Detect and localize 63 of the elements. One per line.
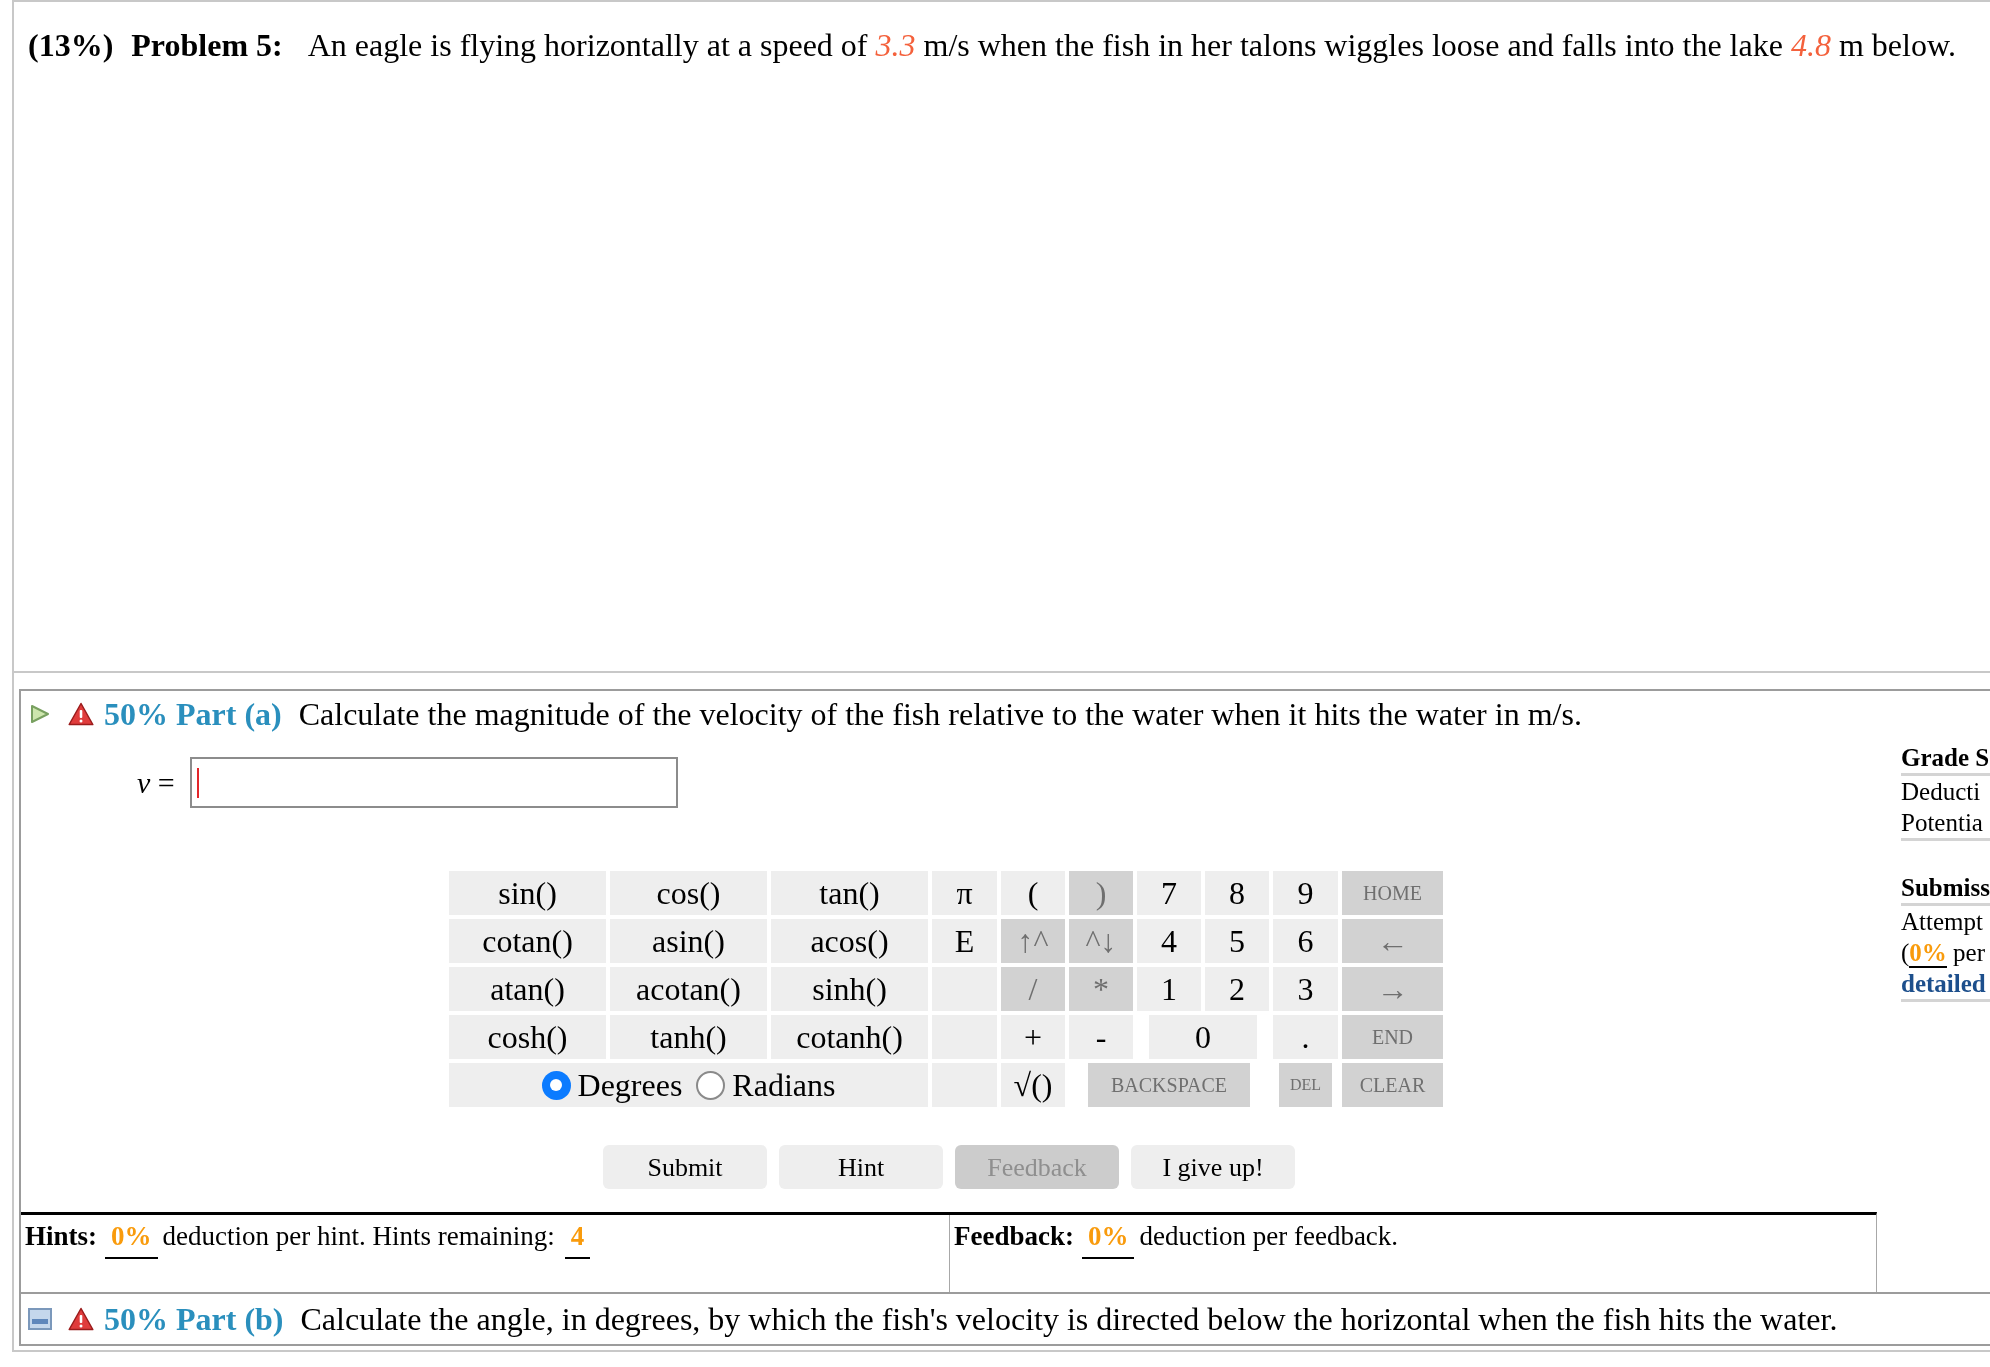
action-button[interactable]: Hint <box>779 1145 943 1189</box>
grade-summary-heading: Grade S <box>1901 743 1990 773</box>
feedback-deduction-value: 0% <box>1082 1216 1135 1259</box>
warning-icon <box>68 1307 94 1331</box>
part-heading: 50% Part (b) <box>104 1300 284 1339</box>
keypad-key[interactable]: 6 <box>1273 919 1338 963</box>
keypad-key[interactable]: cotanh() <box>771 1015 928 1059</box>
keypad-key[interactable]: atan() <box>449 967 606 1011</box>
action-button[interactable]: Submit <box>603 1145 767 1189</box>
window-icon[interactable] <box>28 1308 52 1330</box>
feedback-label: Feedback: <box>954 1220 1074 1253</box>
answer-label: v = <box>137 765 175 801</box>
keypad-key[interactable]: acos() <box>771 919 928 963</box>
part-question: Calculate the angle, in degrees, by which the fish's velocity is directed below the horizontal when the fish hits the water. <box>300 1300 1838 1339</box>
keypad-key[interactable]: π <box>932 871 997 915</box>
grade-summary-line: Potentia <box>1901 808 1983 838</box>
keypad-key[interactable]: √() <box>1001 1063 1065 1107</box>
answer-field[interactable] <box>189 757 678 808</box>
keypad-key[interactable]: 2 <box>1205 967 1269 1011</box>
keypad-key[interactable]: - <box>1069 1015 1133 1059</box>
keypad-key[interactable]: 8 <box>1205 871 1269 915</box>
keypad-key[interactable]: sinh() <box>771 967 928 1011</box>
feedback-note: deduction per feedback. <box>1139 1220 1399 1253</box>
part-heading: 50% Part (a) <box>104 694 282 734</box>
part-question: Calculate the magnitude of the velocity of the fish relative to the water when it hits the water in m/s. <box>298 694 1582 734</box>
radio-icon[interactable] <box>541 1070 571 1100</box>
action-button[interactable]: I give up! <box>1131 1145 1295 1189</box>
keypad-key[interactable]: cotan() <box>449 919 606 963</box>
keypad-key[interactable]: . <box>1273 1015 1338 1059</box>
radio-icon[interactable] <box>696 1070 726 1100</box>
keypad-key[interactable]: 0 <box>1149 1015 1257 1059</box>
hints-label: Hints: <box>25 1220 97 1253</box>
keypad-key[interactable]: 9 <box>1273 871 1338 915</box>
angle-mode-option[interactable]: Degrees <box>541 1061 683 1109</box>
problem-weight: (13%) <box>28 26 114 65</box>
keypad-key[interactable]: 5 <box>1205 919 1269 963</box>
deduction-rate-text: (0% per <box>1901 938 1985 968</box>
keypad-key[interactable]: tanh() <box>610 1015 767 1059</box>
keypad-key[interactable]: asin() <box>610 919 767 963</box>
keypad-key[interactable]: sin() <box>449 871 606 915</box>
keypad-key[interactable]: cos() <box>610 871 767 915</box>
keypad-key[interactable]: 7 <box>1137 871 1201 915</box>
keypad-key[interactable]: + <box>1001 1015 1065 1059</box>
keypad-key[interactable]: tan() <box>771 871 928 915</box>
play-icon[interactable] <box>30 703 50 724</box>
angle-mode-option[interactable]: Radians <box>696 1061 836 1109</box>
keypad-key[interactable]: 4 <box>1137 919 1201 963</box>
hints-remaining-value: 4 <box>564 1216 591 1259</box>
keypad-key[interactable]: cosh() <box>449 1015 606 1059</box>
warning-icon <box>68 701 94 726</box>
problem-text: An eagle is flying horizontally at a speed of 3.3 m/s when the fish in her talons wiggles loose and falls into the lake 4.8 m below. <box>307 26 1956 65</box>
keypad-key[interactable]: E <box>932 919 997 963</box>
keypad-key[interactable]: ( <box>1001 871 1065 915</box>
hints-note: deduction per hint. Hints remaining: <box>162 1220 555 1253</box>
keypad-key[interactable]: acotan() <box>610 967 767 1011</box>
grade-summary-line: Deducti <box>1901 777 1981 807</box>
keypad-key[interactable]: 1 <box>1137 967 1201 1011</box>
detailed-link[interactable]: detailed <box>1901 968 1986 999</box>
keypad-key[interactable]: 3 <box>1273 967 1338 1011</box>
hint-deduction-value: 0% <box>105 1216 158 1259</box>
submission-heading: Submiss <box>1901 873 1990 903</box>
submission-line: Attempt <box>1901 907 1983 937</box>
problem-title: Problem 5: <box>131 26 283 65</box>
